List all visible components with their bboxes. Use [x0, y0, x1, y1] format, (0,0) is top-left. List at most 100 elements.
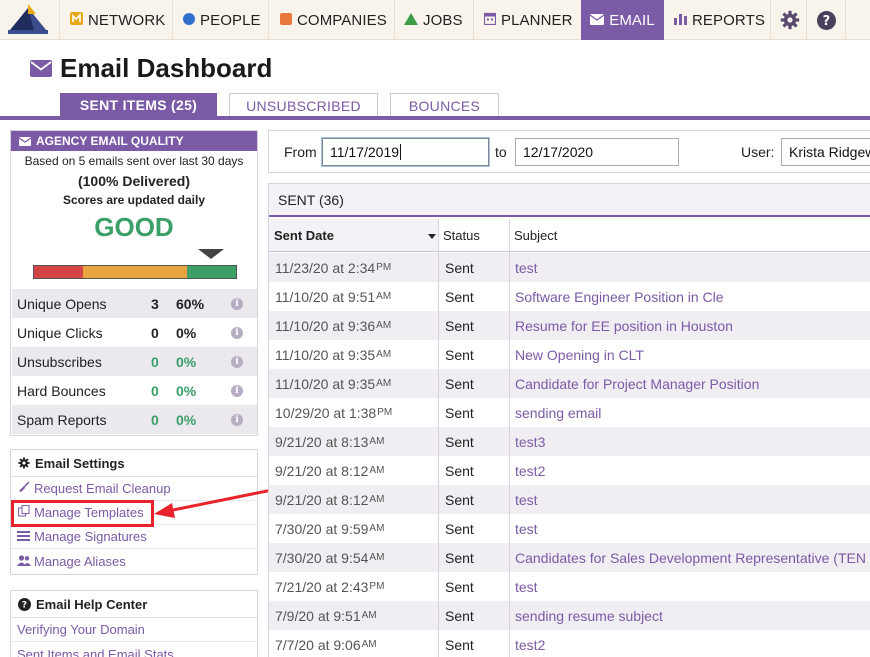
nav-jobs-label: JOBS [423, 11, 463, 29]
subject-link[interactable]: test [515, 485, 538, 514]
email-settings-title: Email Settings [35, 455, 125, 471]
stat-percent: 0% [176, 411, 197, 428]
status-cell: Sent [445, 259, 474, 276]
help-button[interactable]: ? [817, 0, 836, 40]
info-icon[interactable]: i [231, 413, 243, 426]
subject-link[interactable]: test [515, 253, 538, 282]
nav-planner[interactable]: PLANNER [483, 0, 573, 40]
table-row[interactable]: 11/10/20 at 9:35 AM Sent New Opening in CLT [269, 340, 870, 369]
subject-link[interactable]: sending resume subject [515, 601, 663, 630]
subject-link[interactable]: New Opening in CLT [515, 340, 644, 369]
subject-link[interactable]: test3 [515, 427, 545, 456]
stat-row-unsubscribes: Unsubscribes 0 0% i [12, 347, 257, 376]
broom-icon [17, 481, 30, 496]
user-select[interactable]: Krista Ridgeway [781, 138, 870, 166]
subject-link[interactable]: Resume for EE position in Houston [515, 311, 733, 340]
nav-email[interactable]: EMAIL [581, 0, 664, 40]
nav-reports[interactable]: REPORTS [674, 0, 765, 40]
table-row[interactable]: 7/30/20 at 9:54 AM Sent Candidates for Sale… [269, 543, 870, 572]
help-link-verifying-domain[interactable]: Verifying Your Domain [11, 618, 257, 642]
sent-date-ampm: AM [376, 378, 392, 389]
sent-date-value: 7/21/20 at 2:43 [275, 578, 369, 595]
to-date-input[interactable]: 12/17/2020 [515, 138, 679, 166]
sent-date-ampm: AM [369, 465, 385, 476]
sent-date-ampm: PM [369, 581, 385, 592]
column-status-label: Status [443, 227, 480, 243]
table-row[interactable]: 9/21/20 at 8:13 AM Sent test3 [269, 427, 870, 456]
app-logo[interactable] [0, 0, 56, 40]
info-icon[interactable]: i [231, 297, 243, 310]
subject-link[interactable]: Software Engineer Position in Cle [515, 282, 724, 311]
stat-percent: 0% [176, 324, 197, 341]
column-header-status[interactable]: Status [439, 219, 509, 252]
status-cell: Sent [445, 578, 474, 595]
status-cell: Sent [445, 607, 474, 624]
table-row[interactable]: 11/23/20 at 2:34 PM Sent test [269, 253, 870, 282]
nav-jobs[interactable]: JOBS [404, 0, 463, 40]
table-row[interactable]: 7/21/20 at 2:43 PM Sent test [269, 572, 870, 601]
jobs-triangle-icon [404, 12, 418, 29]
help-link-sent-items-stats[interactable]: Sent Items and Email Stats [11, 642, 257, 657]
sent-date-cell: 7/7/20 at 9:06 AM [275, 630, 377, 657]
subject-link[interactable]: test2 [515, 630, 545, 657]
manage-signatures-label: Manage Signatures [34, 529, 147, 544]
info-icon[interactable]: i [231, 355, 243, 368]
table-row[interactable]: 11/10/20 at 9:36 AM Sent Resume for EE posi… [269, 311, 870, 340]
svg-text:?: ? [22, 600, 27, 610]
manage-aliases-label: Manage Aliases [34, 553, 126, 569]
subject-link[interactable]: test [515, 514, 538, 543]
sent-date-value: 9/21/20 at 8:13 [275, 433, 369, 450]
status-cell: Sent [445, 549, 474, 566]
info-icon[interactable]: i [231, 384, 243, 397]
table-row[interactable]: 9/21/20 at 8:12 AM Sent test [269, 485, 870, 514]
email-help-center-panel: ? Email Help Center Verifying Your Domai… [10, 590, 258, 657]
sent-date-cell: 11/10/20 at 9:35 AM [275, 340, 391, 369]
manage-signatures-link[interactable]: Manage Signatures [11, 525, 257, 549]
sent-date-cell: 11/10/20 at 9:51 AM [275, 282, 391, 311]
subject-link[interactable]: test2 [515, 456, 545, 485]
subject-link[interactable]: sending email [515, 398, 601, 427]
stat-count: 0 [151, 382, 159, 399]
from-date-input[interactable]: 11/17/2019 [322, 138, 489, 166]
table-row[interactable]: 7/30/20 at 9:59 AM Sent test [269, 514, 870, 543]
settings-button[interactable] [780, 0, 800, 40]
sent-items-panel: SENT (36) Sent Date Status Subject 11/23… [268, 183, 870, 657]
column-header-sent-date[interactable]: Sent Date [269, 219, 438, 252]
stat-row-unique-opens: Unique Opens 3 60% i [12, 289, 257, 318]
manage-aliases-link[interactable]: Manage Aliases [11, 549, 257, 573]
table-row[interactable]: 7/7/20 at 9:06 AM Sent test2 [269, 630, 870, 657]
table-row[interactable]: 11/10/20 at 9:51 AM Sent Software Engineer … [269, 282, 870, 311]
sent-date-value: 7/30/20 at 9:59 [275, 520, 369, 537]
sent-date-cell: 9/21/20 at 8:12 AM [275, 456, 384, 485]
sent-date-cell: 7/30/20 at 9:59 AM [275, 514, 384, 543]
nav-companies[interactable]: COMPANIES [280, 0, 387, 40]
nav-people[interactable]: PEOPLE [183, 0, 261, 40]
date-filter-bar: From 11/17/2019 to 12/17/2020 User: Kris… [268, 130, 870, 173]
tab-unsubscribed[interactable]: UNSUBSCRIBED [229, 93, 378, 117]
column-header-subject[interactable]: Subject [510, 219, 870, 252]
table-row[interactable]: 7/9/20 at 9:51 AM Sent sending resume subje… [269, 601, 870, 630]
table-row[interactable]: 10/29/20 at 1:38 PM Sent sending email [269, 398, 870, 427]
status-cell: Sent [445, 375, 474, 392]
subject-link[interactable]: Candidates for Sales Development Represe… [515, 543, 866, 572]
subject-link[interactable]: test [515, 572, 538, 601]
nav-separator [268, 0, 269, 40]
meter-good-segment [187, 266, 236, 278]
page-header: Email Dashboard [30, 50, 272, 86]
to-date-value: 12/17/2020 [523, 144, 594, 160]
tab-bounces[interactable]: BOUNCES [390, 93, 499, 117]
gear-icon [18, 457, 30, 469]
table-row[interactable]: 11/10/20 at 9:35 AM Sent Candidate for Proj… [269, 369, 870, 398]
top-nav: NETWORK PEOPLE COMPANIES JOBS PLANNER EM… [0, 0, 870, 40]
stat-percent: 0% [176, 353, 197, 370]
tab-underline [0, 116, 870, 120]
logo-icon [8, 4, 48, 34]
subject-link[interactable]: Candidate for Project Manager Position [515, 369, 759, 398]
tab-sent-items[interactable]: SENT ITEMS (25) [60, 93, 217, 117]
svg-text:?: ? [823, 14, 831, 29]
table-row[interactable]: 9/21/20 at 8:12 AM Sent test2 [269, 456, 870, 485]
nav-network[interactable]: NETWORK [70, 0, 165, 40]
status-cell: Sent [445, 433, 474, 450]
info-icon[interactable]: i [231, 326, 243, 339]
question-circle-icon: ? [18, 597, 31, 611]
